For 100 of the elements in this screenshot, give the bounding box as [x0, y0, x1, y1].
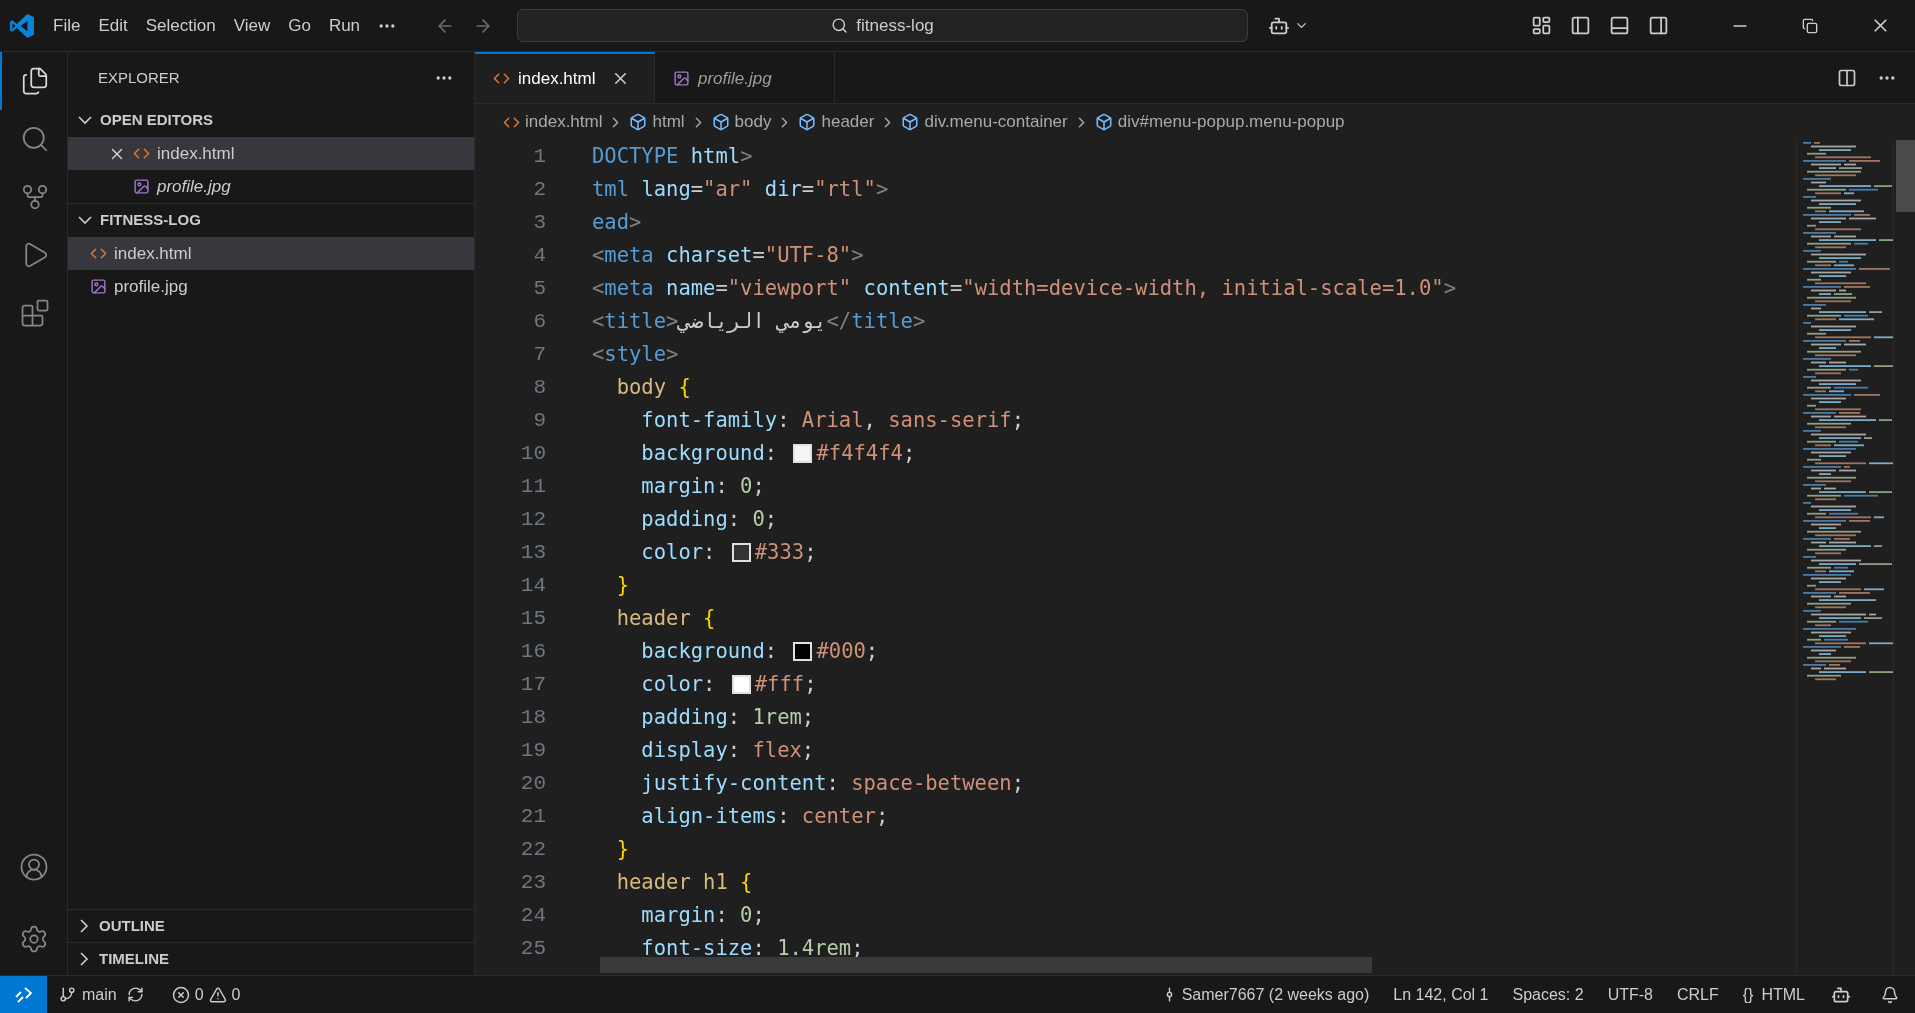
line-number: 9	[533, 407, 546, 434]
blame-status[interactable]: Samer7667 (2 weeks ago)	[1148, 982, 1382, 1007]
restore-icon[interactable]	[1802, 17, 1818, 34]
image-icon	[133, 178, 150, 195]
code-text: <style>	[592, 341, 679, 369]
menu-item[interactable]: Run	[319, 8, 370, 43]
code-text: background:	[640, 638, 779, 666]
problems-status[interactable]: 0 0	[171, 982, 241, 1007]
line-number: 13	[520, 539, 546, 566]
line-number: 8	[533, 374, 546, 401]
chevron-down-icon	[78, 216, 92, 225]
blocks-icon	[19, 298, 50, 328]
code-text: header {	[615, 605, 716, 633]
color-swatch[interactable]	[731, 543, 751, 562]
menu-item[interactable]: View	[224, 8, 280, 43]
breadcrumb-item[interactable]: header	[821, 109, 875, 135]
line-number: 4	[533, 242, 546, 269]
account-icon[interactable]	[18, 852, 49, 882]
line-number: 6	[533, 308, 546, 335]
breadcrumb-item[interactable]: index.html	[525, 109, 603, 135]
status-item[interactable]: UTF-8	[1595, 982, 1665, 1007]
code-text: align-items: center;	[640, 803, 889, 831]
code-text: color:	[640, 539, 717, 567]
error-icon	[171, 985, 190, 1004]
code-text: #f4f4f4;	[816, 440, 916, 468]
layout-icon[interactable]	[1531, 15, 1552, 36]
section-header[interactable]: FITNESS-LOG	[68, 204, 474, 237]
code-text: <meta name="viewport" content="width=device-width, initial-scale=1.0">	[592, 275, 1456, 303]
image-icon	[673, 70, 690, 87]
line-number: 22	[520, 836, 546, 863]
code-text: color:	[640, 671, 717, 699]
panel-right-icon[interactable]	[1648, 15, 1669, 36]
editor-tab[interactable]: index.html	[475, 52, 655, 103]
line-number: 25	[520, 935, 546, 962]
search-icon	[831, 17, 849, 34]
breadcrumb-item[interactable]: html	[652, 109, 685, 135]
code-text: margin: 0;	[640, 473, 765, 501]
color-swatch[interactable]	[731, 675, 751, 694]
cube-icon	[711, 113, 730, 131]
sync-icon[interactable]	[126, 986, 144, 1003]
cube-icon	[901, 113, 920, 131]
warning-icon	[208, 985, 227, 1004]
code-text: background:	[640, 440, 779, 468]
code-text: #333;	[754, 539, 817, 567]
line-number: 23	[520, 869, 546, 896]
section-header[interactable]: OPEN EDITORS	[68, 104, 474, 137]
logo-icon	[9, 12, 35, 39]
color-swatch[interactable]	[793, 444, 813, 463]
menu-item[interactable]: Go	[279, 8, 320, 43]
scrollbar-thumb[interactable]	[1896, 140, 1915, 212]
chevron-right-icon	[80, 919, 89, 933]
line-number: 7	[533, 341, 546, 368]
code-text: #fff;	[754, 671, 817, 699]
line-number: 17	[520, 671, 546, 698]
code-text: font-family: Arial, sans-serif;	[640, 407, 1024, 435]
line-number: 1	[533, 143, 546, 170]
tree-row[interactable]: index.html	[68, 237, 474, 270]
editor-tab[interactable]: profile.jpg	[655, 52, 835, 103]
cube-icon	[629, 113, 648, 131]
line-number: 12	[520, 506, 546, 533]
remote-icon	[13, 985, 34, 1004]
command-center-search[interactable]: fitness-log	[517, 9, 1249, 42]
line-number: 19	[520, 737, 546, 764]
bell-icon[interactable]	[1881, 985, 1899, 1004]
code-text: tml lang="ar" dir="rtl">	[592, 176, 889, 204]
breadcrumb-item[interactable]: div#menu-popup.menu-popup	[1117, 109, 1345, 135]
code-text: }	[615, 836, 630, 864]
color-swatch[interactable]	[793, 642, 813, 661]
section-header[interactable]: TIMELINE	[68, 942, 474, 975]
breadcrumb-item[interactable]: body	[734, 109, 772, 135]
status-item[interactable]: CRLF	[1664, 982, 1731, 1007]
tree-row[interactable]: profile.jpg	[68, 170, 474, 203]
code-text: padding: 1rem;	[640, 704, 815, 732]
line-number: 18	[520, 704, 546, 731]
line-number: 15	[520, 605, 546, 632]
split-editor-icon[interactable]	[1837, 67, 1857, 88]
panel-bottom-icon[interactable]	[1609, 15, 1630, 36]
code-text: justify-content: space-between;	[640, 770, 1024, 798]
tree-row[interactable]: index.html	[68, 137, 474, 170]
breadcrumb-item[interactable]: div.menu-container	[924, 109, 1068, 135]
menu-item[interactable]: Selection	[136, 8, 225, 43]
remote-button[interactable]	[0, 976, 47, 1013]
code-text: body {	[615, 374, 691, 402]
language-status[interactable]: {} HTML	[1730, 982, 1817, 1007]
status-item[interactable]: Ln 142, Col 1	[1381, 982, 1501, 1007]
menu-item[interactable]: Edit	[89, 8, 137, 43]
menu-item[interactable]: File	[44, 8, 90, 43]
tree-row[interactable]: profile.jpg	[68, 270, 474, 303]
code-text: ead>	[592, 209, 642, 237]
section-header[interactable]: OUTLINE	[68, 909, 474, 942]
chevron-right-icon	[80, 952, 89, 966]
branch-status[interactable]: main	[59, 982, 117, 1007]
line-number: 11	[520, 473, 546, 500]
panel-left-icon[interactable]	[1570, 15, 1591, 36]
cube-icon	[798, 113, 817, 131]
horizontal-scrollbar-thumb[interactable]	[600, 957, 1372, 973]
line-number: 10	[520, 440, 546, 467]
cube-icon	[1094, 113, 1113, 131]
status-item[interactable]: Spaces: 2	[1500, 982, 1596, 1007]
line-number: 5	[533, 275, 546, 302]
